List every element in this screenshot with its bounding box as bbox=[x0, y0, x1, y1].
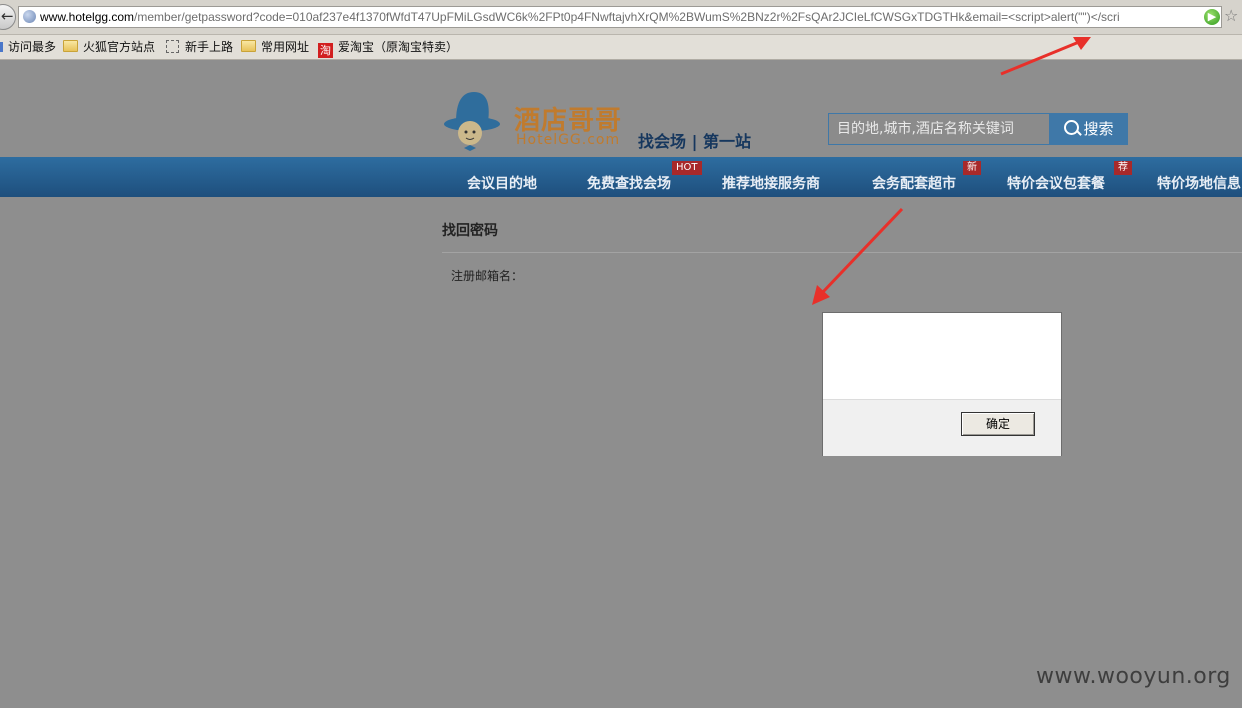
search-input[interactable]: 目的地,城市,酒店名称关键词 bbox=[828, 113, 1050, 145]
folder-icon bbox=[63, 40, 78, 52]
logo-english[interactable]: HotelGG.com bbox=[516, 132, 620, 148]
bookmark-most-visited[interactable]: 访问最多 bbox=[8, 39, 56, 55]
alert-dialog: 确定 bbox=[822, 312, 1062, 456]
ok-button[interactable]: 确定 bbox=[961, 412, 1035, 436]
slogan: 找会场 | 第一站 bbox=[638, 132, 751, 151]
url-path: /member/getpassword?code=010af237e4f1370… bbox=[134, 10, 1120, 24]
page-title: 找回密码 bbox=[442, 223, 498, 239]
annotation-arrow-icon bbox=[812, 207, 904, 305]
dialog-footer: 确定 bbox=[823, 399, 1061, 456]
globe-icon bbox=[23, 10, 36, 23]
watermark: www.wooyun.org bbox=[1036, 664, 1231, 689]
nav-local-service[interactable]: 推荐地接服务商 bbox=[722, 173, 820, 193]
annotation-arrow-icon bbox=[1000, 37, 1091, 76]
search-icon bbox=[1064, 120, 1080, 135]
url-bar: ← www.hotelgg.com/member/getpassword?cod… bbox=[0, 0, 1242, 35]
bookmark-getting-started[interactable]: 新手上路 bbox=[166, 39, 233, 55]
main-nav: 会议目的地 免费查找会场 HOT 推荐地接服务商 会务配套超市 新 特价会议包套… bbox=[0, 157, 1242, 197]
hat-mascot-icon[interactable] bbox=[442, 86, 502, 156]
nav-free-venue-search[interactable]: 免费查找会场 bbox=[587, 173, 671, 193]
nav-meeting-destinations[interactable]: 会议目的地 bbox=[467, 173, 537, 193]
taobao-icon: 淘 bbox=[318, 43, 333, 58]
nav-special-venues[interactable]: 特价场地信息 bbox=[1157, 173, 1241, 193]
hot-badge: HOT bbox=[672, 161, 702, 175]
bookmark-firefox-site[interactable]: 火狐官方站点 bbox=[63, 39, 155, 55]
bookmark-taobao[interactable]: 淘爱淘宝（原淘宝特卖） bbox=[318, 39, 458, 58]
address-field[interactable]: www.hotelgg.com/member/getpassword?code=… bbox=[18, 6, 1222, 28]
nav-special-packages[interactable]: 特价会议包套餐 bbox=[1007, 173, 1105, 193]
recommend-badge: 荐 bbox=[1114, 161, 1132, 175]
go-icon[interactable]: ▶ bbox=[1204, 9, 1220, 25]
bookmark-common-urls[interactable]: 常用网址 bbox=[241, 39, 309, 55]
bookmark-edge-icon bbox=[0, 42, 3, 52]
back-arrow-icon: ← bbox=[1, 7, 14, 25]
folder-icon bbox=[241, 40, 256, 52]
dotted-page-icon bbox=[166, 40, 179, 53]
email-label: 注册邮箱名： bbox=[451, 269, 524, 283]
url-host: www.hotelgg.com bbox=[40, 10, 135, 24]
search-button[interactable]: 搜索 bbox=[1050, 113, 1128, 145]
nav-supplies-market[interactable]: 会务配套超市 bbox=[872, 173, 956, 193]
url-text: www.hotelgg.com/member/getpassword?code=… bbox=[40, 10, 1198, 24]
back-button[interactable]: ← bbox=[0, 4, 16, 30]
star-icon[interactable]: ☆ bbox=[1224, 8, 1238, 24]
new-badge: 新 bbox=[963, 161, 981, 175]
